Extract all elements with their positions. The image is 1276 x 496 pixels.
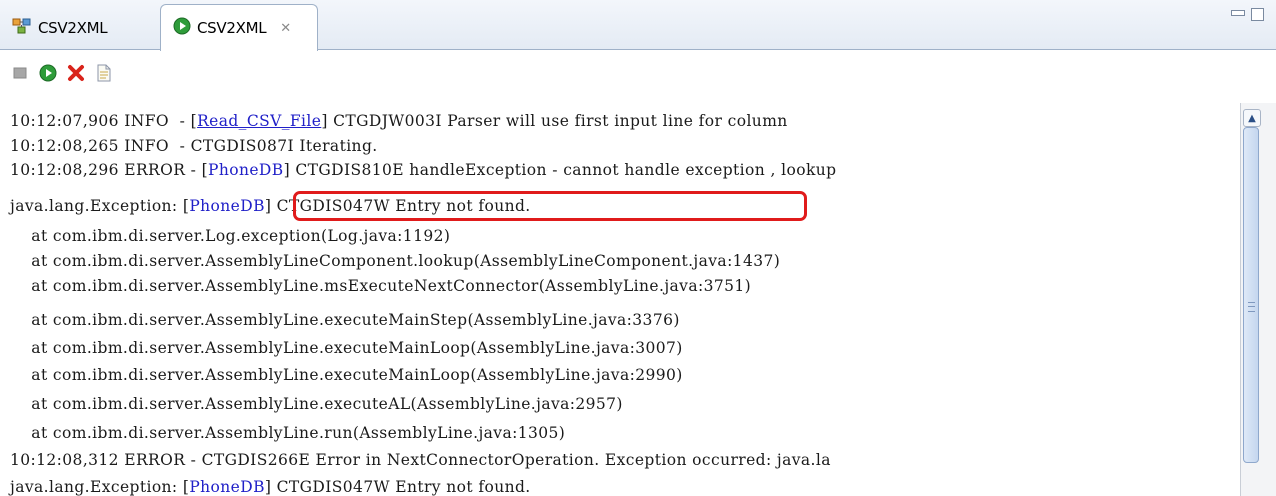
maximize-icon[interactable] <box>1251 8 1264 21</box>
tab-label: CSV2XML <box>38 19 108 37</box>
component-link[interactable]: PhoneDB <box>208 161 284 179</box>
highlight-box <box>293 191 807 221</box>
run-icon <box>173 17 191 39</box>
component-link[interactable]: PhoneDB <box>189 197 265 215</box>
scroll-up-icon[interactable]: ▲ <box>1243 109 1261 127</box>
clear-button[interactable] <box>66 65 86 85</box>
run-button[interactable] <box>38 64 58 86</box>
tab-csv2xml-editor[interactable]: CSV2XML <box>8 6 108 50</box>
stack-trace-line: at com.ibm.di.server.AssemblyLine.execut… <box>10 366 683 384</box>
console-line: 10:12:08,312 ERROR - CTGDIS266E Error in… <box>10 451 831 469</box>
stack-trace-line: at com.ibm.di.server.AssemblyLine.run(As… <box>10 424 566 442</box>
stack-trace-line: at com.ibm.di.server.AssemblyLineCompone… <box>10 252 781 270</box>
tab-csv2xml-run[interactable]: CSV2XML ✕ <box>160 4 318 51</box>
console-line: java.lang.Exception: [PhoneDB] CTGDIS047… <box>10 478 531 496</box>
document-icon <box>96 64 112 86</box>
close-red-x-icon <box>67 64 85 86</box>
stack-trace-line: at com.ibm.di.server.AssemblyLine.execut… <box>10 339 683 357</box>
console-output[interactable]: 10:12:07,906 INFO - [Read_CSV_File] CTGD… <box>0 103 1240 496</box>
component-link[interactable]: Read_CSV_File <box>197 112 321 130</box>
component-link[interactable]: PhoneDB <box>189 478 265 496</box>
stack-trace-line: at com.ibm.di.server.AssemblyLine.msExec… <box>10 277 752 295</box>
stop-button[interactable] <box>10 65 30 85</box>
scrollbar-thumb[interactable] <box>1243 127 1259 463</box>
run-icon <box>39 64 57 86</box>
assembly-line-icon <box>12 17 32 39</box>
window-controls <box>1231 8 1264 21</box>
console-toolbar <box>0 51 1276 103</box>
vertical-scrollbar[interactable]: ▲ <box>1240 103 1276 496</box>
close-icon[interactable]: ✕ <box>280 21 291 36</box>
view-tab-bar: CSV2XML CSV2XML ✕ <box>0 0 1276 51</box>
console-line: 10:12:07,906 INFO - [Read_CSV_File] CTGD… <box>10 112 788 130</box>
minimize-icon[interactable] <box>1231 10 1245 16</box>
stop-icon <box>12 65 28 85</box>
console-line: 10:12:08,265 INFO - CTGDIS087I Iterating… <box>10 137 378 155</box>
tab-label: CSV2XML <box>197 19 267 37</box>
stack-trace-line: at com.ibm.di.server.AssemblyLine.execut… <box>10 395 623 413</box>
console-line: 10:12:08,296 ERROR - [PhoneDB] CTGDIS810… <box>10 161 837 179</box>
grip-icon <box>1248 302 1255 312</box>
stack-trace-line: at com.ibm.di.server.AssemblyLine.execut… <box>10 311 680 329</box>
log-file-button[interactable] <box>94 64 114 86</box>
stack-trace-line: at com.ibm.di.server.Log.exception(Log.j… <box>10 227 451 245</box>
